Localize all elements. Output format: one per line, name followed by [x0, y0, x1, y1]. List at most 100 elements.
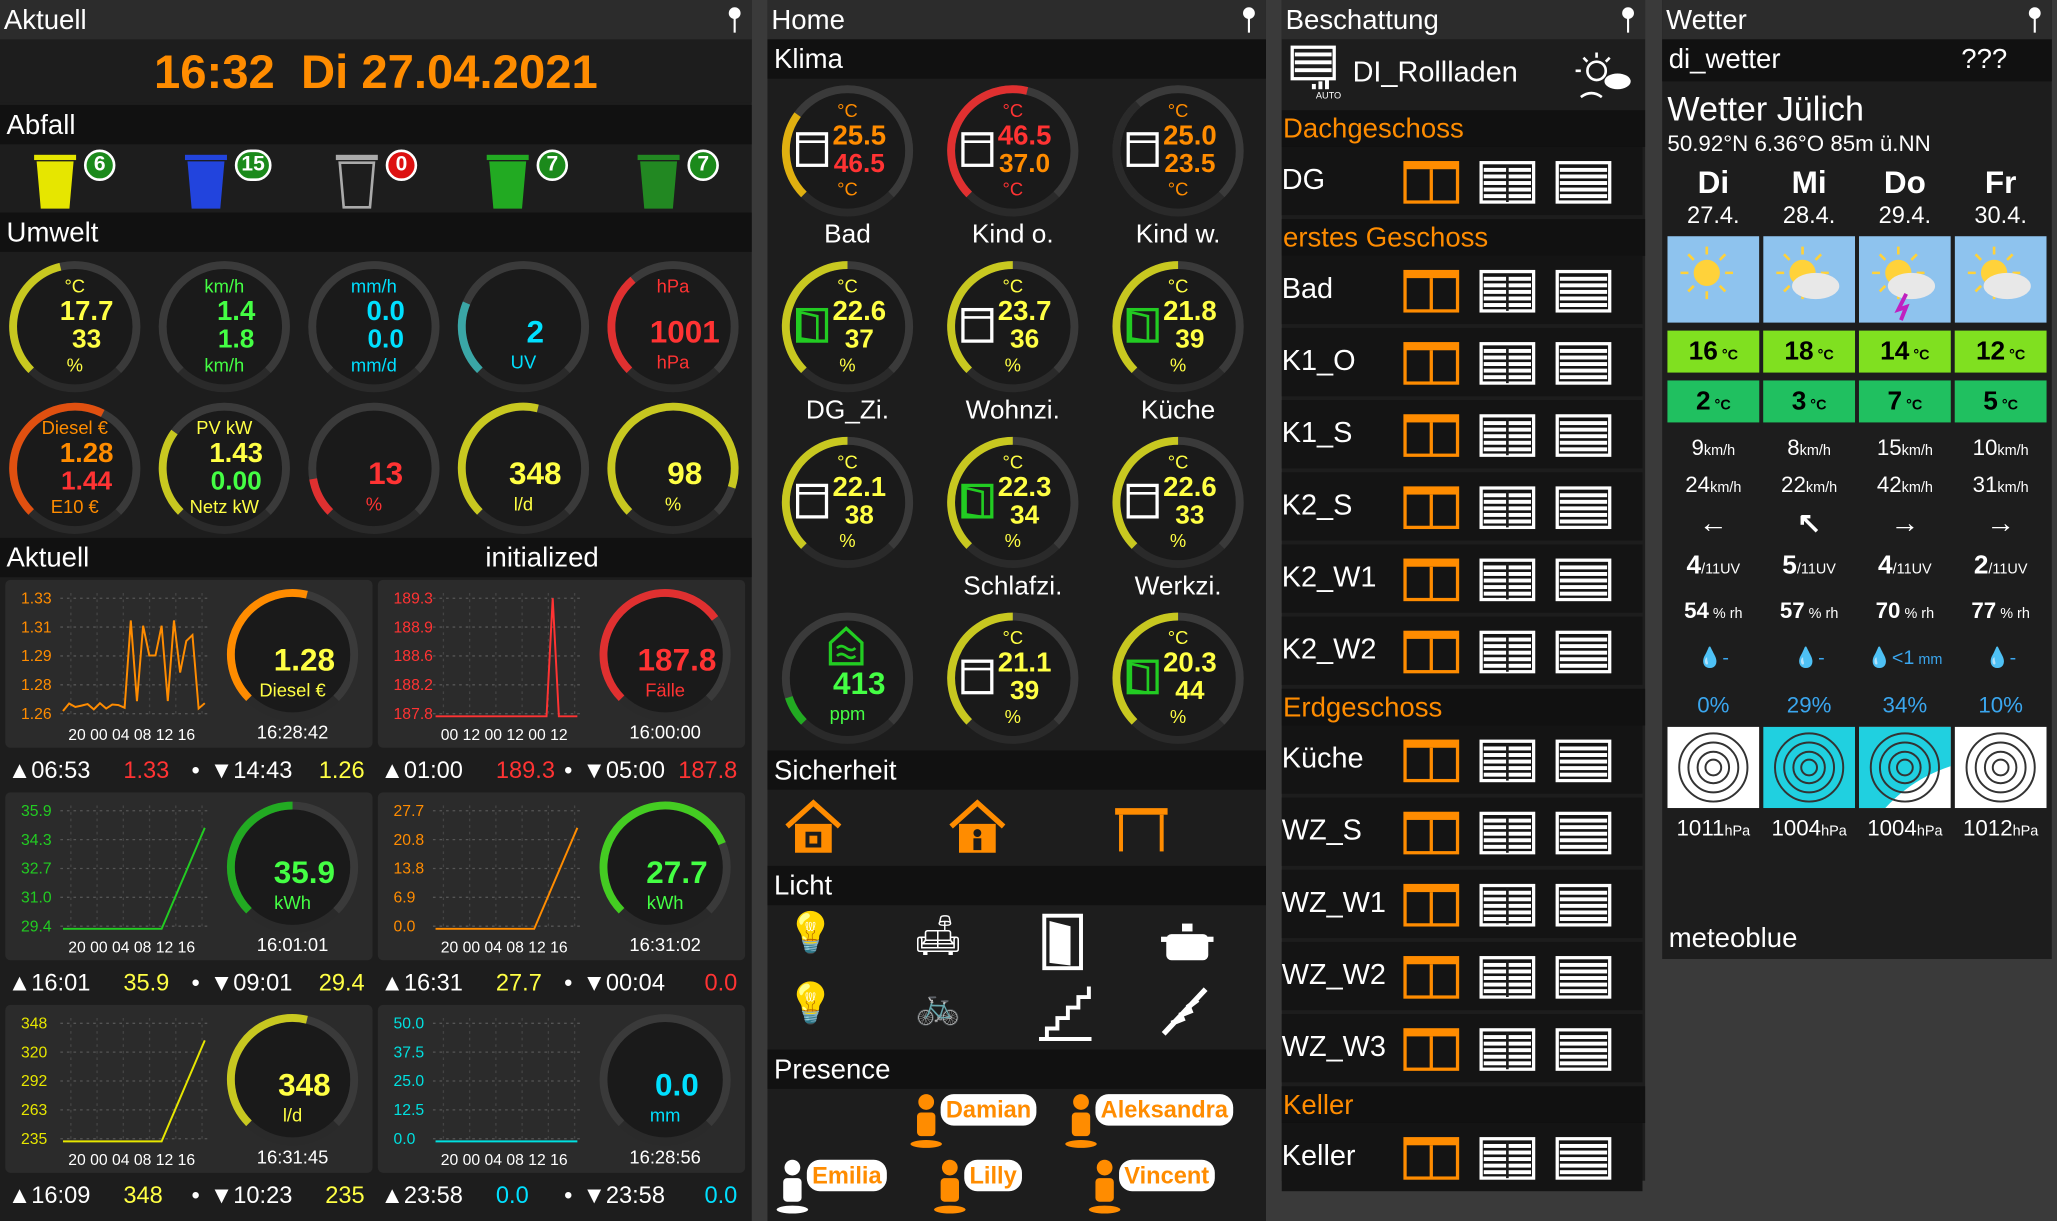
- shutter-half-button[interactable]: [1479, 160, 1537, 205]
- energy-chart-gauge[interactable]: 35.9 kWh: [223, 798, 362, 937]
- diesel-chart[interactable]: 1.33 1.31 1.29 1.28 1.26 20 00 04 08 12 16 1.2…: [5, 579, 373, 748]
- water-chart[interactable]: 348 320 292 263 235 20 00 04 08 12 16 348 l/d 16…: [5, 1004, 373, 1173]
- table-icon[interactable]: [1111, 798, 1171, 858]
- dot-separator: •: [191, 1182, 200, 1209]
- gelbe-tonne-icon[interactable]: [29, 147, 81, 210]
- klima-r3b-gauge[interactable]: °C 22.3 34%: [943, 433, 1082, 572]
- shutter-open-button[interactable]: [1402, 485, 1460, 530]
- shutter-close-button[interactable]: [1555, 630, 1613, 675]
- pressure-value: 1004: [1867, 816, 1917, 841]
- house-lock-icon[interactable]: [783, 798, 843, 858]
- umwelt-water-gauge[interactable]: 348 l/d: [454, 399, 593, 538]
- klima-co2-gauge[interactable]: 413 ppm: [778, 609, 917, 748]
- umwelt-pv-gauge[interactable]: PV kW 1.43 0.00 Netz kW: [155, 399, 294, 538]
- klima-kind-o-gauge[interactable]: °C 46.5 37.0 °C: [943, 81, 1082, 220]
- shutter-half-button[interactable]: [1479, 739, 1537, 784]
- shutter-close-button[interactable]: [1555, 739, 1613, 784]
- klima-kueche-gauge[interactable]: °C 21.8 39%: [1109, 257, 1248, 396]
- shutter-open-button[interactable]: [1402, 955, 1460, 1000]
- light-switch-1[interactable]: 💡: [778, 910, 844, 973]
- sofa-icon[interactable]: 🛋: [905, 913, 971, 971]
- shutter-half-button[interactable]: [1479, 1136, 1537, 1181]
- corona-chart-gauge[interactable]: 187.8 Fälle: [596, 585, 735, 724]
- shutter-open-button[interactable]: [1402, 1136, 1460, 1181]
- umwelt-pressure-gauge-bottom: hPa: [656, 351, 690, 373]
- shutter-open-button[interactable]: [1402, 1027, 1460, 1072]
- rain-chart-gauge[interactable]: 0.0 mm: [596, 1010, 735, 1149]
- shutter-open-button[interactable]: [1402, 341, 1460, 386]
- shutter-half-button[interactable]: [1479, 1027, 1537, 1072]
- klima-kind-w-gauge[interactable]: °C 25.0 23.5 °C: [1109, 81, 1248, 220]
- shutter-close-button[interactable]: [1555, 160, 1613, 205]
- umwelt-uv-gauge[interactable]: 2 UV: [454, 257, 593, 396]
- umwelt-wind-gauge[interactable]: km/h 1.4 1.8 km/h: [155, 257, 294, 396]
- umwelt-pressure-gauge[interactable]: hPa 1001 hPa: [603, 257, 742, 396]
- umwelt-temp-gauge[interactable]: °C 17.7 33%: [5, 257, 144, 396]
- shutter-half-button[interactable]: [1479, 955, 1537, 1000]
- shutter-half-button[interactable]: [1479, 485, 1537, 530]
- graue-tonne-icon[interactable]: [331, 147, 383, 210]
- pv-chart[interactable]: 27.7 20.8 13.8 6.9 0.0 20 00 04 08 12 16 27.7 k…: [377, 792, 746, 961]
- house-person-icon[interactable]: [947, 798, 1007, 858]
- shutter-half-button[interactable]: [1479, 811, 1537, 856]
- light-switch-2[interactable]: 💡: [778, 981, 844, 1044]
- klima-wohnzi-gauge[interactable]: °C 23.7 36%: [943, 257, 1082, 396]
- klima-r3c-gauge[interactable]: °C 22.6 33%: [1109, 433, 1248, 572]
- shutter-close-button[interactable]: [1555, 558, 1613, 603]
- diesel-chart-gauge[interactable]: 1.28 Diesel €: [223, 585, 362, 724]
- shutter-close-button[interactable]: [1555, 269, 1613, 314]
- pin-icon[interactable]: [728, 7, 741, 33]
- gruene-tonne-icon[interactable]: [481, 147, 533, 210]
- shutter-close-button[interactable]: [1555, 955, 1613, 1000]
- umwelt-diesel-gauge[interactable]: Diesel €1.28 1.44 E10 €: [5, 399, 144, 538]
- shutter-half-button[interactable]: [1479, 269, 1537, 314]
- energy-chart[interactable]: 35.9 34.3 32.7 31.0 29.4 20 00 04 08 12 16 35.…: [5, 792, 373, 961]
- shutter-half-button[interactable]: [1479, 883, 1537, 928]
- klima-werkzi-gauge[interactable]: °C 20.3 44%: [1109, 609, 1248, 748]
- shutter-open-button[interactable]: [1402, 739, 1460, 784]
- door-icon[interactable]: [1036, 913, 1088, 971]
- rain-chart[interactable]: 50.0 37.5 25.0 12.5 0.0 20 00 04 08 12 16 0.0 m…: [377, 1004, 746, 1173]
- shutter-open-button[interactable]: [1402, 558, 1460, 603]
- shutter-open-button[interactable]: [1402, 160, 1460, 205]
- clock: 16:32 Di 27.04.2021: [0, 39, 752, 103]
- klima-dg-zi-gauge[interactable]: °C 22.6 37%: [778, 257, 917, 396]
- sun-cloud-icon[interactable]: [1573, 47, 1636, 102]
- blaue-tonne-icon[interactable]: [180, 147, 232, 210]
- shutter-half-button[interactable]: [1479, 341, 1537, 386]
- shutter-open-button[interactable]: [1402, 413, 1460, 458]
- shutter-close-button[interactable]: [1555, 811, 1613, 856]
- umwelt-rain-gauge[interactable]: mm/h 0.0 0.0 mm/d: [304, 257, 443, 396]
- shutter-open-button[interactable]: [1402, 630, 1460, 675]
- pin-icon[interactable]: [1242, 7, 1255, 33]
- shutter-close-button[interactable]: [1555, 485, 1613, 530]
- umwelt-oil-gauge[interactable]: 13%: [304, 399, 443, 538]
- pin-icon[interactable]: [1622, 7, 1635, 33]
- umwelt-light-gauge[interactable]: 98%: [603, 399, 742, 538]
- rain-probability: 10%: [1978, 692, 2023, 718]
- shutter-close-button[interactable]: [1555, 413, 1613, 458]
- shutter-half-button[interactable]: [1479, 558, 1537, 603]
- bike-icon[interactable]: 🚲: [905, 984, 971, 1042]
- pot-icon[interactable]: [1158, 916, 1216, 968]
- plant-icon[interactable]: [1158, 984, 1210, 1036]
- shutter-open-button[interactable]: [1402, 269, 1460, 314]
- water-chart-gauge[interactable]: 348 l/d: [223, 1010, 362, 1149]
- shutter-half-button[interactable]: [1479, 630, 1537, 675]
- pv-chart-gauge[interactable]: 27.7 kWh: [596, 798, 735, 937]
- shutter-half-button[interactable]: [1479, 413, 1537, 458]
- shutter-close-button[interactable]: [1555, 1136, 1613, 1181]
- klima-r3a-gauge[interactable]: °C 22.1 38%: [778, 433, 917, 572]
- shutter-close-button[interactable]: [1555, 1027, 1613, 1072]
- shutter-close-button[interactable]: [1555, 341, 1613, 386]
- stairs-icon[interactable]: [1036, 981, 1094, 1041]
- shutter-open-button[interactable]: [1402, 883, 1460, 928]
- corona-chart[interactable]: 189.3 188.9 188.6 188.2 187.8 00 12 00 12 00 …: [377, 579, 746, 748]
- shutter-close-button[interactable]: [1555, 883, 1613, 928]
- shutter-open-button[interactable]: [1402, 811, 1460, 856]
- bio-tonne-icon[interactable]: [632, 147, 684, 210]
- klima-bad-gauge[interactable]: °C 25.5 46.5 °C: [778, 81, 917, 220]
- pin-icon[interactable]: [2028, 7, 2041, 33]
- wind-gust: 31km/h: [1955, 472, 2047, 506]
- klima-schlafzi-gauge[interactable]: °C 21.1 39%: [943, 609, 1082, 748]
